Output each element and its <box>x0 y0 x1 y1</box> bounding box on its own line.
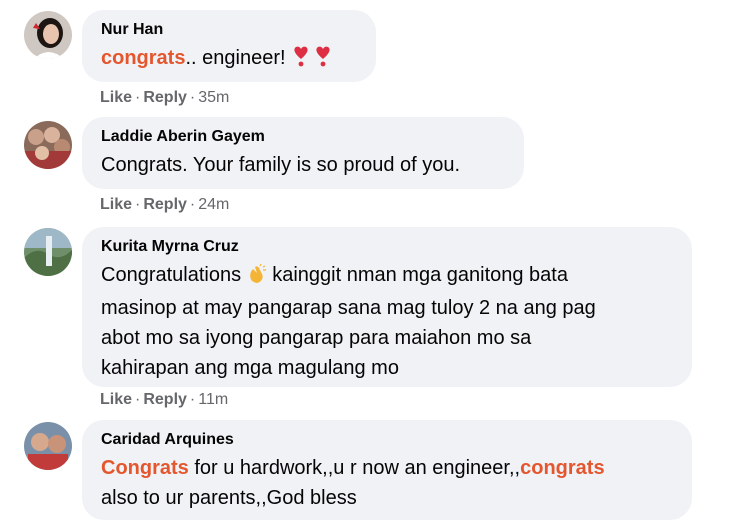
reply-button[interactable]: Reply <box>143 391 187 408</box>
comment-actions: Like · Reply · 35m <box>100 89 230 106</box>
heart-exclamation-icon <box>291 45 311 76</box>
like-button[interactable]: Like <box>100 196 132 213</box>
highlighted-word[interactable]: congrats <box>101 47 185 69</box>
comment-author[interactable]: Laddie Aberin Gayem <box>101 127 504 147</box>
timestamp[interactable]: 24m <box>198 196 229 213</box>
avatar[interactable] <box>24 11 72 59</box>
highlighted-word[interactable]: congrats <box>520 457 604 479</box>
comment-bubble: Nur Han congrats.. engineer! <box>82 10 376 82</box>
comment-item: Kurita Myrna Cruz Congratulations kaingg… <box>0 220 750 410</box>
comment-text: Congratulations kainggit nman mga ganito… <box>101 263 596 379</box>
comment-bubble: Caridad Arquines Congrats for u hardwork… <box>82 420 692 520</box>
heart-exclamation-icon <box>313 45 333 76</box>
avatar[interactable] <box>24 121 72 169</box>
comment-bubble: Laddie Aberin Gayem Congrats. Your famil… <box>82 117 524 189</box>
comment-author[interactable]: Caridad Arquines <box>101 430 672 450</box>
comment-text: congrats.. engineer! <box>101 43 356 76</box>
reply-button[interactable]: Reply <box>143 89 187 106</box>
comment-item: Nur Han congrats.. engineer! Like · Reply ·… <box>0 0 750 110</box>
highlighted-word[interactable]: Congrats <box>101 457 189 479</box>
avatar[interactable] <box>24 422 72 470</box>
timestamp[interactable]: 11m <box>198 391 228 408</box>
comment-author[interactable]: Kurita Myrna Cruz <box>101 237 672 257</box>
clapping-hands-icon <box>247 263 267 293</box>
comment-item: Caridad Arquines Congrats for u hardwork… <box>0 410 750 520</box>
like-button[interactable]: Like <box>100 391 132 408</box>
timestamp[interactable]: 35m <box>198 89 229 106</box>
comment-item: Laddie Aberin Gayem Congrats. Your famil… <box>0 110 750 220</box>
reply-button[interactable]: Reply <box>143 196 187 213</box>
comment-actions: Like · Reply · 24m <box>100 196 230 213</box>
comment-author[interactable]: Nur Han <box>101 20 356 40</box>
comment-text: Congrats for u hardwork,,u r now an engi… <box>101 457 605 509</box>
like-button[interactable]: Like <box>100 89 132 106</box>
comment-text: Congrats. Your family is so proud of you… <box>101 154 461 176</box>
comment-actions: Like · Reply · 11m <box>100 391 229 408</box>
avatar[interactable] <box>24 228 72 276</box>
comment-bubble: Kurita Myrna Cruz Congratulations kaingg… <box>82 227 692 387</box>
